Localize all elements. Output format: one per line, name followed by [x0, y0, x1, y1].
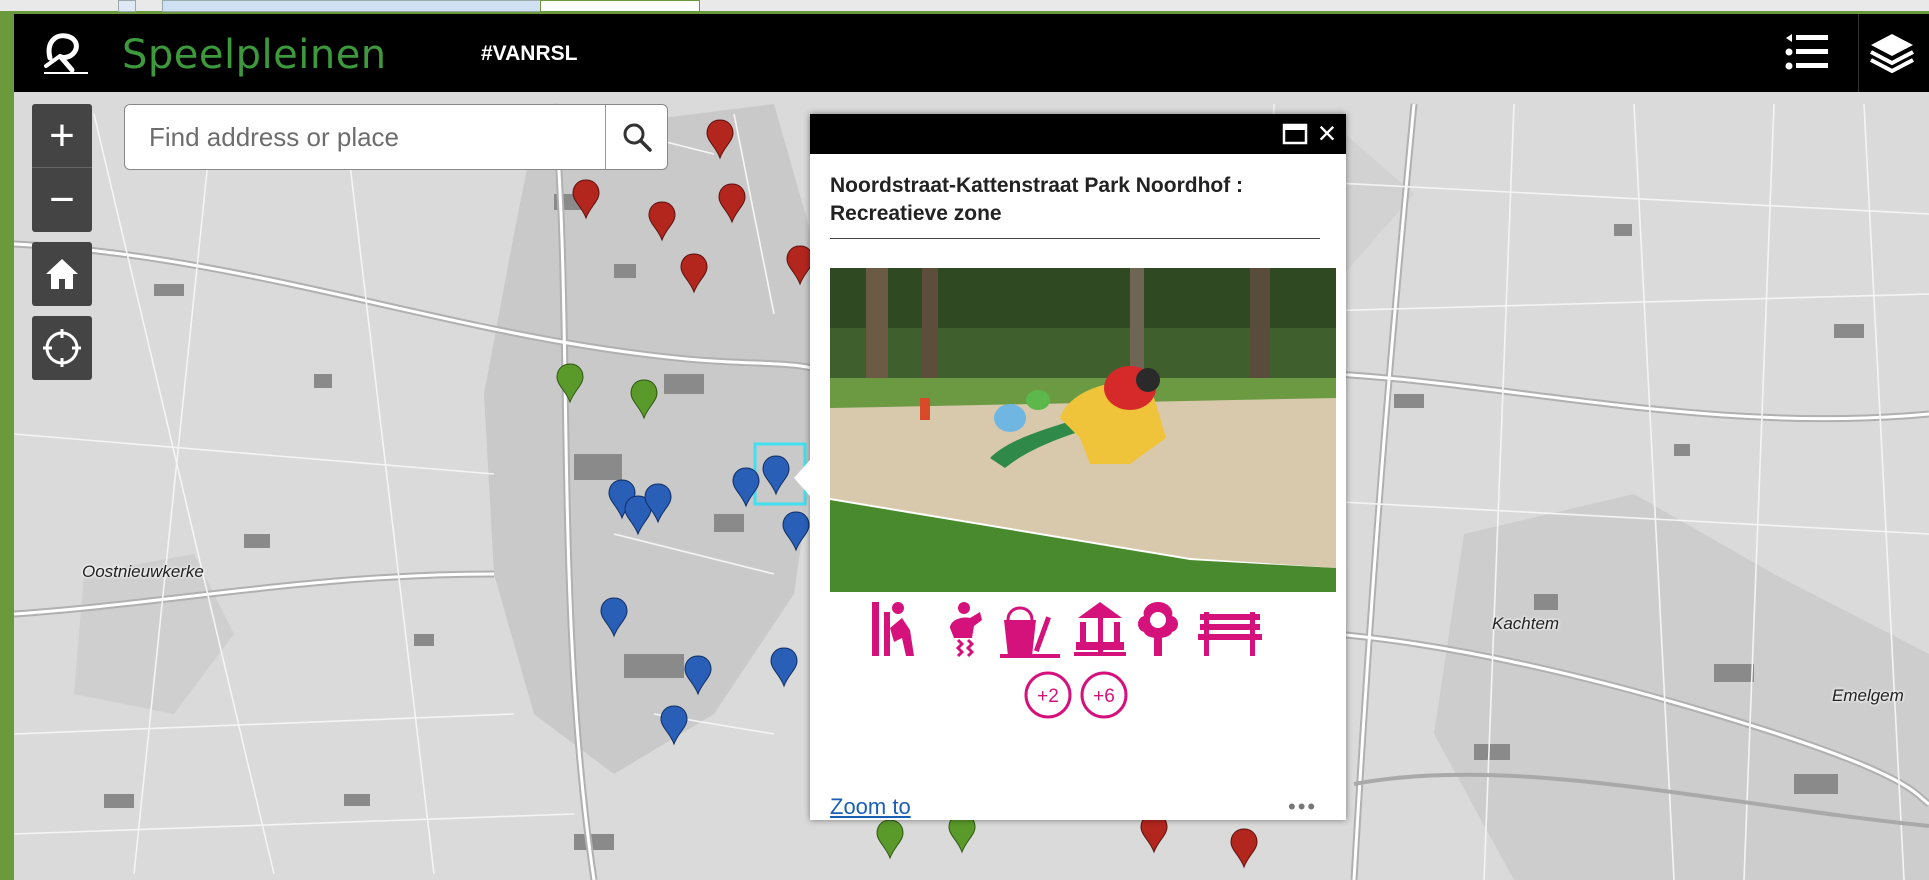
- more-actions-button[interactable]: •••: [1288, 794, 1317, 820]
- age-badge-2-icon: +2: [1024, 671, 1072, 719]
- age-badge-2-label: +2: [1037, 686, 1059, 707]
- maximize-icon[interactable]: [1282, 122, 1308, 146]
- bench-icon: [1198, 612, 1262, 656]
- popup-title: Noordstraat-Kattenstraat Park Noordhof :…: [830, 172, 1320, 239]
- home-icon: [46, 259, 78, 289]
- tree-icon: [1138, 602, 1178, 656]
- zoom-in-button[interactable]: +: [32, 104, 92, 168]
- marker-blue[interactable]: [600, 455, 810, 745]
- layers-button[interactable]: [1858, 14, 1924, 92]
- place-label-kachtem: Kachtem: [1492, 614, 1560, 633]
- close-icon[interactable]: ×: [1312, 117, 1342, 149]
- zoom-to-link[interactable]: Zoom to: [830, 794, 911, 820]
- place-label-emelgem: Emelgem: [1832, 686, 1904, 705]
- browser-strip: [0, 0, 1929, 14]
- home-button[interactable]: [32, 242, 92, 306]
- spring-rider-icon: [950, 602, 982, 658]
- carousel-icon: [1074, 602, 1126, 656]
- legend-button[interactable]: [1774, 14, 1840, 92]
- slide-icon: [872, 602, 914, 656]
- locate-icon: [43, 329, 81, 367]
- browser-tab-b[interactable]: [162, 0, 542, 12]
- layers-icon: [1869, 34, 1914, 74]
- hashtag-label: #VANRSL: [481, 42, 578, 65]
- age-badge-6-icon: +6: [1080, 671, 1128, 719]
- browser-tab-a[interactable]: [118, 0, 136, 12]
- app-header: Speelpleinen #VANRSL: [14, 14, 1929, 92]
- playground-photo: [830, 268, 1336, 592]
- amenity-icons: [872, 602, 1262, 658]
- app-title: Speelpleinen: [122, 32, 387, 78]
- popup-pointer: [794, 460, 810, 496]
- age-badge-6-label: +6: [1093, 686, 1115, 707]
- search-button[interactable]: [605, 105, 667, 169]
- popup-titlebar: ×: [810, 114, 1346, 154]
- browser-tab-c[interactable]: [540, 0, 700, 12]
- locate-button[interactable]: [32, 316, 92, 380]
- age-badges: +2 +6: [1010, 670, 1150, 720]
- search-icon: [623, 123, 652, 152]
- poperinge-logo-icon: [44, 33, 88, 74]
- map-app: Oostnieuwkerke Kachtem Emelgem Speelplei…: [14, 14, 1929, 880]
- search-box: [124, 104, 668, 170]
- search-input[interactable]: [125, 105, 605, 169]
- sandbox-icon: [1000, 606, 1060, 658]
- legend-list-icon: [1785, 34, 1828, 70]
- feature-popup: × Noordstraat-Kattenstraat Park Noordhof…: [794, 114, 1346, 820]
- zoom-out-button[interactable]: −: [32, 168, 92, 232]
- place-label-oostnieuwkerke: Oostnieuwkerke: [82, 562, 204, 581]
